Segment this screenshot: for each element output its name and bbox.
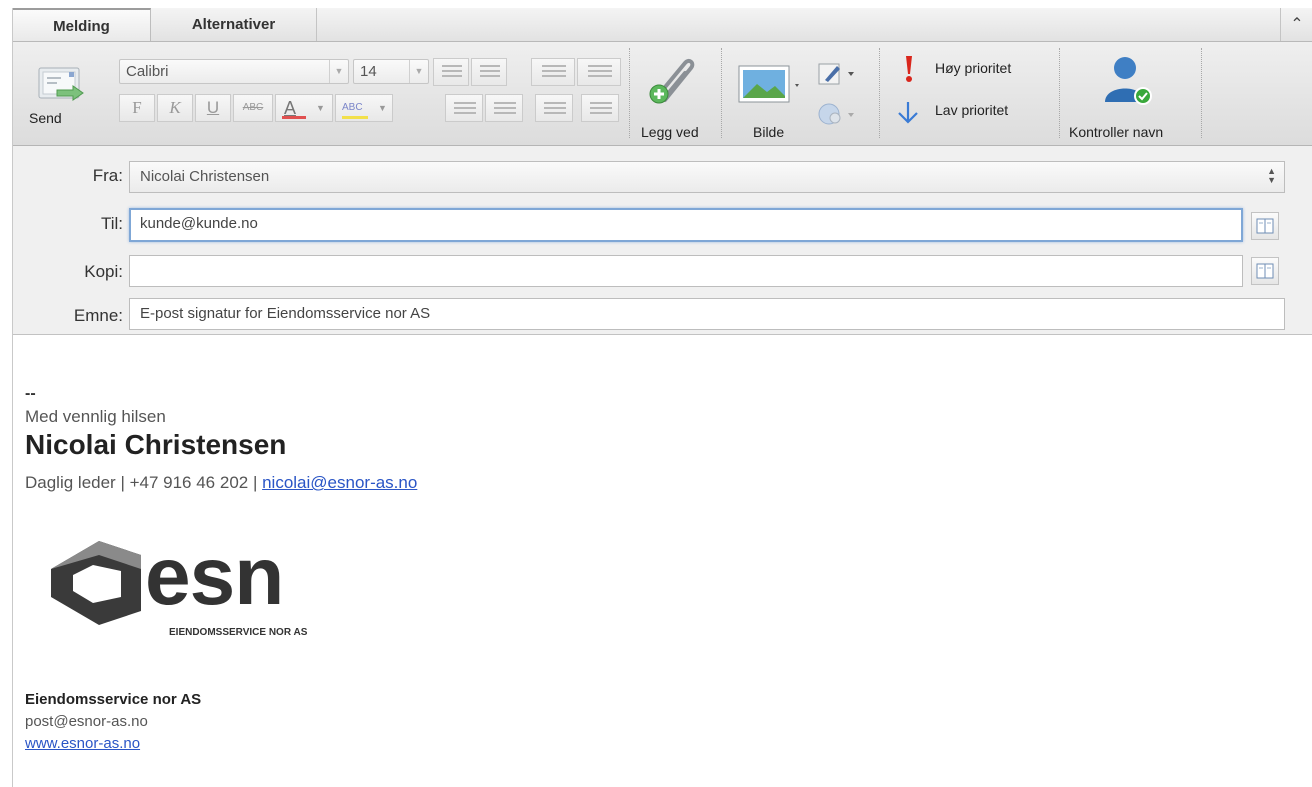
tab-alternativer[interactable]: Alternativer	[151, 8, 317, 41]
esn-logo-mark	[51, 541, 141, 625]
font-name-value: Calibri	[126, 63, 169, 80]
justify-icon	[590, 99, 612, 117]
increase-indent-button[interactable]	[577, 58, 621, 86]
company-logo: esn EIENDOMSSERVICE NOR AS	[51, 536, 341, 651]
decrease-indent-icon	[542, 62, 566, 80]
signature-dashes: --	[25, 385, 36, 402]
down-arrow-icon	[898, 102, 918, 124]
cc-field[interactable]	[129, 255, 1243, 287]
compose-window: Melding Alternativer ⌃ Send Calibri ▼ 14…	[12, 8, 1312, 787]
logo-wordmark: esn	[145, 531, 284, 622]
toolbar-separator	[629, 48, 630, 138]
align-right-button[interactable]	[535, 94, 573, 122]
ribbon-toolbar: Send Calibri ▼ 14 ▼ F K U ABC A ▼ ABC ▼ …	[13, 42, 1312, 146]
high-priority-label: Høy prioritet	[935, 60, 1012, 76]
greeting-text: Med vennlig hilsen	[25, 407, 166, 426]
chevron-down-icon: ▼	[316, 103, 325, 113]
hyperlink-button[interactable]	[815, 98, 861, 130]
high-priority-button[interactable]: Høy prioritet	[893, 54, 1053, 86]
italic-button[interactable]: K	[157, 94, 193, 122]
address-book-button[interactable]	[1251, 257, 1279, 285]
from-label: Fra:	[92, 166, 123, 185]
chevron-up-icon[interactable]: ⌃	[1280, 8, 1312, 41]
attach-button[interactable]: Legg ved	[635, 50, 715, 140]
highlight-bar	[342, 116, 368, 119]
check-names-button[interactable]: Kontroller navn	[1065, 50, 1195, 140]
role-line-text: Daglig leder | +47 916 46 202 |	[25, 473, 263, 492]
font-color-bar	[282, 116, 306, 119]
address-book-icon	[1256, 263, 1274, 279]
to-label: Til:	[100, 214, 123, 233]
signature-button[interactable]	[815, 60, 861, 88]
subject-field[interactable]: E-post signatur for Eiendomsservice nor …	[129, 298, 1285, 330]
company-web-link[interactable]: www.esnor-as.no	[25, 735, 140, 752]
chevron-down-icon: ▼	[329, 60, 348, 83]
message-header: Fra: Nicolai Christensen ▲ ▼ Til: kunde@k…	[13, 146, 1312, 335]
company-name: Eiendomsservice nor AS	[25, 691, 202, 708]
exclamation-icon	[906, 56, 912, 82]
align-left-button[interactable]	[445, 94, 483, 122]
font-color-button[interactable]: A ▼	[275, 94, 333, 122]
tab-melding[interactable]: Melding	[13, 8, 151, 41]
low-priority-button[interactable]: Lav prioritet	[893, 96, 1053, 128]
message-body[interactable]: -- Med vennlig hilsen Nicolai Christense…	[13, 335, 1312, 787]
toolbar-separator	[721, 48, 722, 138]
chevron-down-icon: ▼	[378, 103, 387, 113]
updown-arrow-icon: ▲ ▼	[1267, 166, 1276, 185]
bold-button[interactable]: F	[119, 94, 155, 122]
align-center-icon	[494, 99, 516, 117]
toolbar-separator	[1201, 48, 1202, 138]
paperclip-icon	[649, 58, 695, 104]
signature-name: Nicolai Christensen	[25, 429, 287, 460]
align-center-button[interactable]	[485, 94, 523, 122]
address-book-icon	[1256, 218, 1274, 234]
align-right-icon	[544, 99, 566, 117]
from-value: Nicolai Christensen	[140, 168, 270, 185]
subject-label: Emne:	[73, 306, 123, 325]
justify-button[interactable]	[581, 94, 619, 122]
font-size-value: 14	[360, 63, 377, 80]
email-link[interactable]: nicolai@esnor-as.no	[262, 473, 417, 492]
bullet-list-icon	[442, 62, 462, 80]
person-check-icon	[1105, 57, 1152, 105]
company-email: post@esnor-as.no	[25, 713, 148, 730]
toolbar-separator	[879, 48, 880, 138]
numbered-list-button[interactable]	[471, 58, 507, 86]
ribbon-tab-bar: Melding Alternativer ⌃	[13, 8, 1312, 42]
to-field[interactable]: kunde@kunde.no	[129, 208, 1243, 242]
from-select[interactable]: Nicolai Christensen ▲ ▼	[129, 161, 1285, 193]
globe-link-icon	[818, 103, 854, 125]
address-book-button[interactable]	[1251, 212, 1279, 240]
cc-label: Kopi:	[84, 262, 123, 281]
font-name-select[interactable]: Calibri ▼	[119, 59, 349, 84]
align-left-icon	[454, 99, 476, 117]
decrease-indent-button[interactable]	[531, 58, 575, 86]
subject-value: E-post signatur for Eiendomsservice nor …	[140, 305, 431, 322]
increase-indent-icon	[588, 62, 612, 80]
insert-image-label: Bilde	[753, 124, 785, 140]
font-size-select[interactable]: 14 ▼	[353, 59, 429, 84]
chevron-down-icon: ▼	[409, 60, 428, 83]
to-value: kunde@kunde.no	[140, 215, 258, 232]
numbered-list-icon	[480, 62, 500, 80]
logo-subtitle: EIENDOMSSERVICE NOR AS	[169, 627, 308, 638]
role-line: Daglig leder | +47 916 46 202 | nicolai@…	[25, 473, 417, 493]
image-icon	[738, 65, 799, 103]
strikethrough-button[interactable]: ABC	[233, 94, 273, 122]
attach-label: Legg ved	[641, 124, 699, 140]
pen-icon	[818, 63, 854, 85]
insert-image-button[interactable]: Bilde	[735, 56, 807, 140]
bullet-list-button[interactable]	[433, 58, 469, 86]
send-icon	[38, 67, 84, 101]
toolbar-separator	[1059, 48, 1060, 138]
underline-button[interactable]: U	[195, 94, 231, 122]
low-priority-label: Lav prioritet	[935, 102, 1009, 118]
highlight-button[interactable]: ABC ▼	[335, 94, 393, 122]
send-label: Send	[29, 110, 62, 126]
send-button[interactable]: Send	[25, 56, 85, 138]
check-names-label: Kontroller navn	[1069, 124, 1164, 140]
